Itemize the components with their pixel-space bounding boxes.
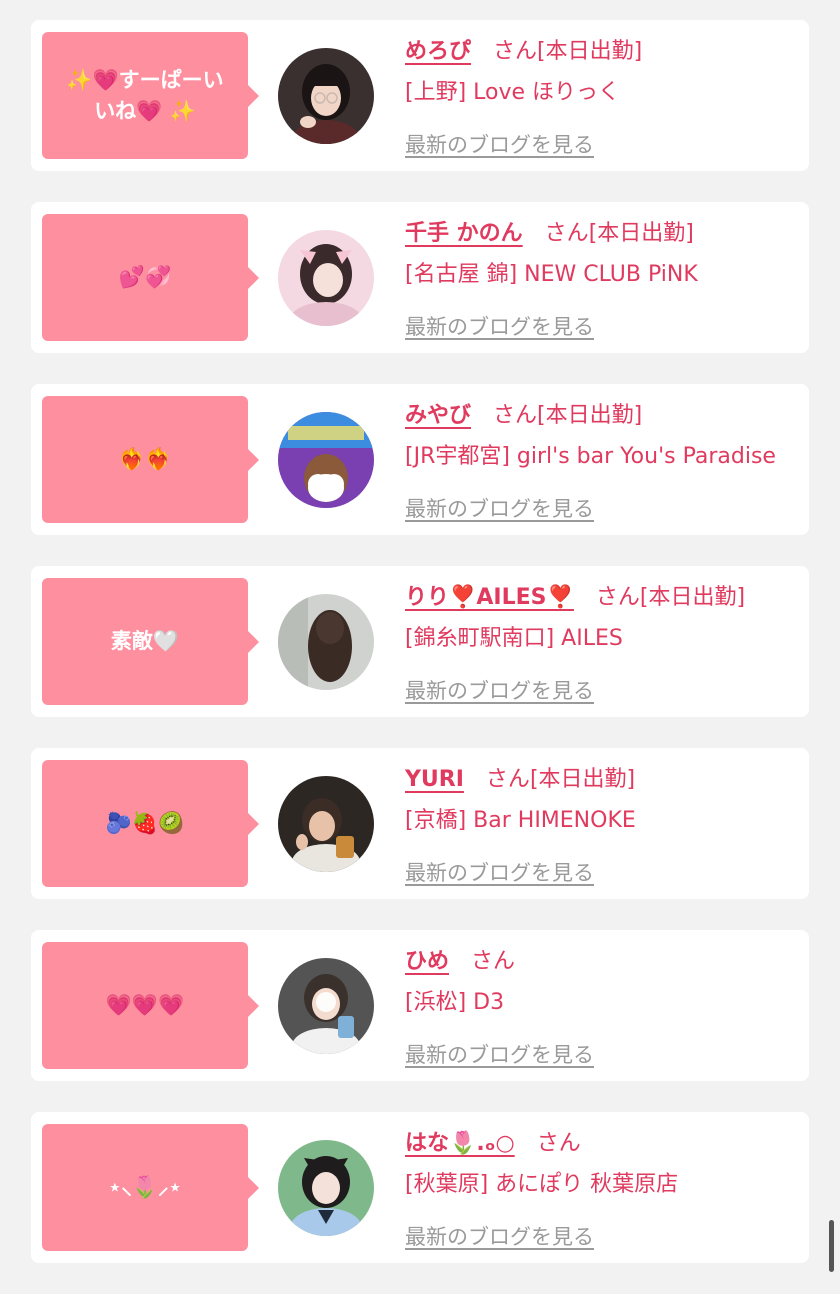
cast-info: YURI さん[本日出勤] [京橋] Bar HIMENOKE 最新のブログを見る [405, 762, 801, 887]
list-item: ✨💗すーぱーいいね💗 ✨ めろぴ さん[本日出勤] [上野] Love ほりっく … [31, 20, 809, 171]
shop-label: [京橋] Bar HIMENOKE [405, 808, 636, 833]
view-latest-blog-link[interactable]: 最新のブログを見る [405, 1221, 594, 1251]
comment-bubble: 🫐🍓🥝 [42, 760, 259, 887]
honorific: さん [471, 949, 516, 974]
shop-label: [秋葉原] あにぽり 秋葉原店 [405, 1172, 679, 1197]
shop-label: [JR宇都宮] girl's bar You's Paradise [405, 444, 776, 469]
honorific: さん [536, 1131, 581, 1156]
avatar[interactable] [278, 594, 374, 690]
honorific: さん [485, 767, 530, 792]
cast-name-link[interactable]: YURI [405, 767, 464, 792]
cast-name-link[interactable]: 千手 かのん [405, 221, 523, 246]
status-badge: [本日出勤] [639, 585, 746, 610]
cast-info: ひめ さん [浜松] D3 最新のブログを見る [405, 944, 801, 1069]
list-item: 💗💗💗 ひめ さん [浜松] D3 最新のブログを見る [31, 930, 809, 1081]
comment-bubble: 💗💗💗 [42, 942, 259, 1069]
view-latest-blog-link[interactable]: 最新のブログを見る [405, 1039, 594, 1069]
avatar[interactable] [278, 48, 374, 144]
status-badge: [本日出勤] [537, 39, 643, 64]
list-item: ❤️‍🔥❤️‍🔥 みやび さん[本日出勤] [JR宇都宮] girl's bar … [31, 384, 809, 535]
shop-label: [上野] Love ほりっく [405, 80, 621, 105]
honorific: さん [544, 221, 589, 246]
list-item: ⋆⸜🌷⸝⋆ はな🌷.ₒ○ さん [秋葉原] あにぽり 秋葉原店 最新のブログを見る [31, 1112, 809, 1263]
view-latest-blog-link[interactable]: 最新のブログを見る [405, 493, 594, 523]
avatar[interactable] [278, 412, 374, 508]
comment-bubble: ❤️‍🔥❤️‍🔥 [42, 396, 259, 523]
view-latest-blog-link[interactable]: 最新のブログを見る [405, 675, 594, 705]
shop-label: [名古屋 錦] NEW CLUB PiNK [405, 262, 698, 287]
blog-like-list: ✨💗すーぱーいいね💗 ✨ めろぴ さん[本日出勤] [上野] Love ほりっく … [31, 20, 809, 1294]
comment-bubble: ✨💗すーぱーいいね💗 ✨ [42, 32, 259, 159]
cast-name-link[interactable]: りり❣️AILES❣️ [405, 585, 574, 610]
cast-name-link[interactable]: みやび [405, 403, 471, 428]
cast-info: めろぴ さん[本日出勤] [上野] Love ほりっく 最新のブログを見る [405, 34, 801, 159]
cast-name-link[interactable]: ひめ [405, 949, 449, 974]
list-item: 素敵🤍 りり❣️AILES❣️ さん[本日出勤] [錦糸町駅南口] AILES 最… [31, 566, 809, 717]
list-item: 🫐🍓🥝 YURI さん[本日出勤] [京橋] Bar HIMENOKE 最新のブロ… [31, 748, 809, 899]
honorific: さん [493, 403, 538, 428]
status-badge: [本日出勤] [529, 767, 636, 792]
cast-info: みやび さん[本日出勤] [JR宇都宮] girl's bar You's Par… [405, 398, 801, 523]
comment-bubble: 💕💞 [42, 214, 259, 341]
shop-label: [浜松] D3 [405, 990, 505, 1015]
scrollbar[interactable] [829, 1220, 834, 1272]
list-item: 💕💞 千手 かのん さん[本日出勤] [名古屋 錦] NEW CLUB PiNK … [31, 202, 809, 353]
comment-bubble: 素敵🤍 [42, 578, 259, 705]
shop-label: [錦糸町駅南口] AILES [405, 626, 623, 651]
cast-info: はな🌷.ₒ○ さん [秋葉原] あにぽり 秋葉原店 最新のブログを見る [405, 1126, 801, 1251]
view-latest-blog-link[interactable]: 最新のブログを見る [405, 129, 594, 159]
avatar[interactable] [278, 776, 374, 872]
status-badge: [本日出勤] [537, 403, 643, 428]
view-latest-blog-link[interactable]: 最新のブログを見る [405, 857, 594, 887]
cast-info: 千手 かのん さん[本日出勤] [名古屋 錦] NEW CLUB PiNK 最新の… [405, 216, 801, 341]
comment-bubble: ⋆⸜🌷⸝⋆ [42, 1124, 259, 1251]
honorific: さん [493, 39, 538, 64]
status-badge: [本日出勤] [588, 221, 694, 246]
cast-name-link[interactable]: はな🌷.ₒ○ [405, 1131, 515, 1156]
cast-info: りり❣️AILES❣️ さん[本日出勤] [錦糸町駅南口] AILES 最新のブロ… [405, 580, 801, 705]
avatar[interactable] [278, 958, 374, 1054]
avatar[interactable] [278, 1140, 374, 1236]
honorific: さん [595, 585, 640, 610]
cast-name-link[interactable]: めろぴ [405, 39, 471, 64]
view-latest-blog-link[interactable]: 最新のブログを見る [405, 311, 594, 341]
avatar[interactable] [278, 230, 374, 326]
